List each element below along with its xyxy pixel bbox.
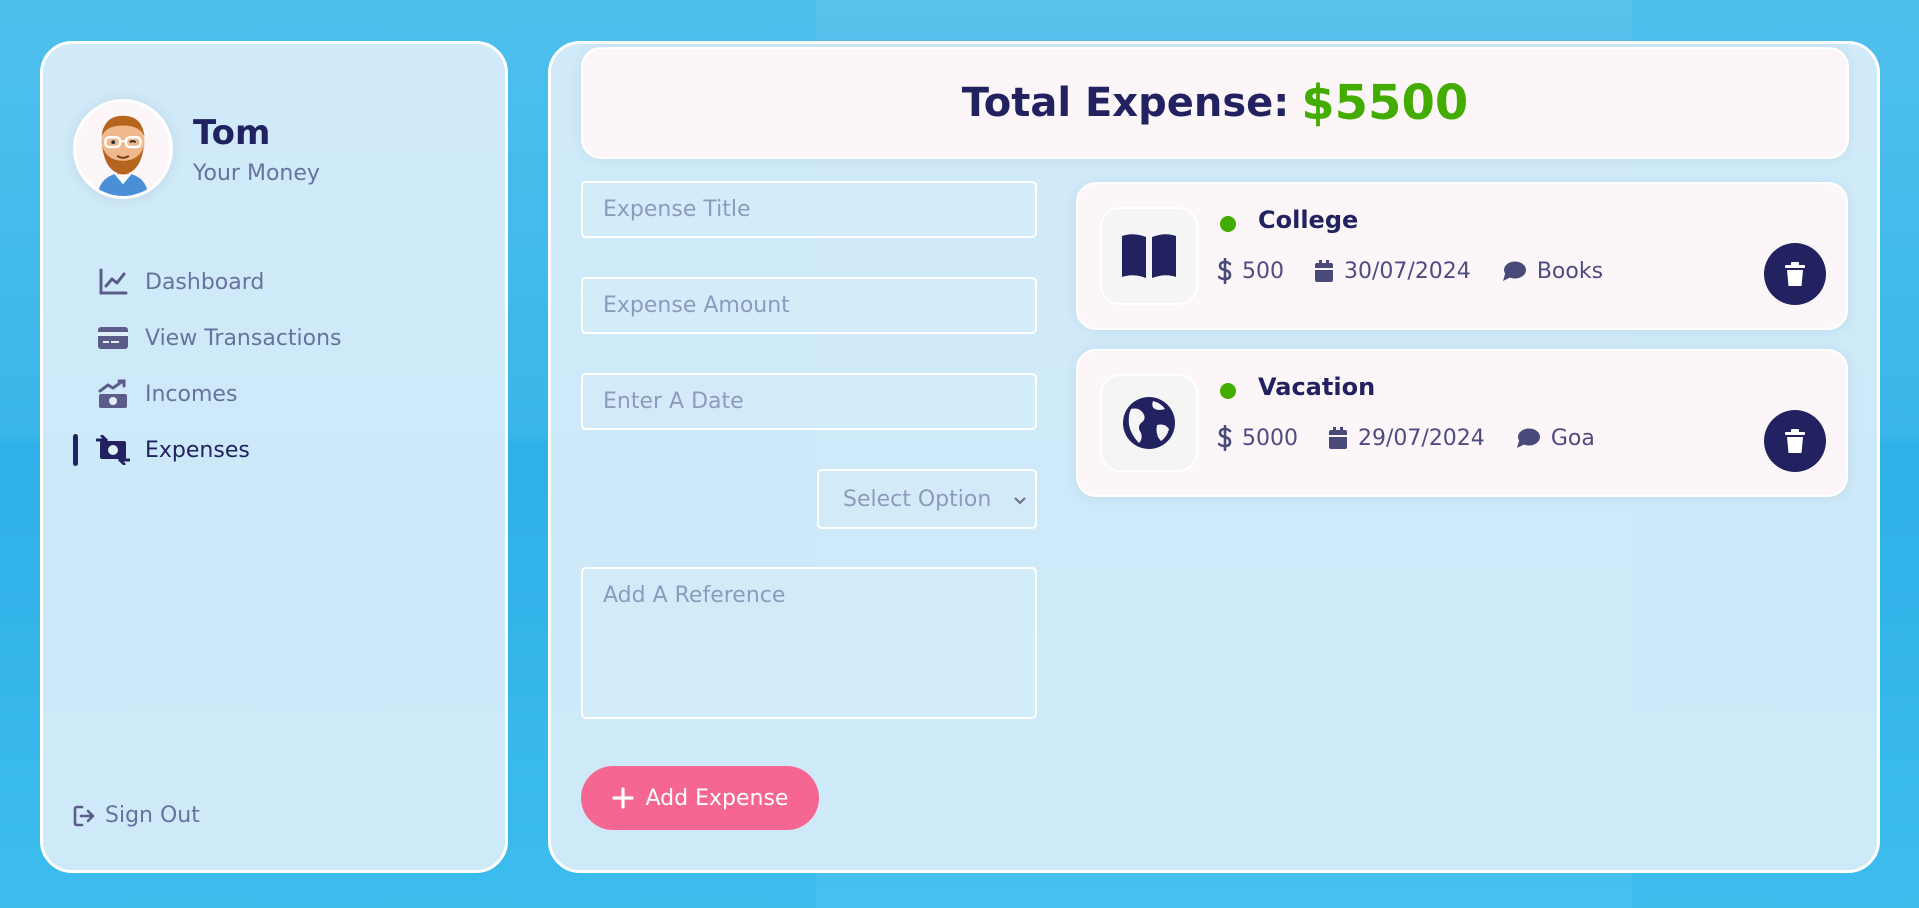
avatar-icon	[73, 99, 173, 199]
sidebar-item-label: Incomes	[145, 381, 238, 407]
total-expense-label: Total Expense:	[961, 80, 1290, 126]
user-profile: Tom Your Money	[73, 99, 320, 199]
sidebar-menu: Dashboard View Transactions Incomes Expe…	[73, 254, 473, 478]
expense-amount-input[interactable]	[581, 277, 1037, 334]
calendar-icon	[1328, 426, 1348, 450]
expense-meta: 5000 29/07/2024 Goa	[1218, 425, 1625, 451]
status-dot	[1220, 216, 1236, 232]
globe-icon	[1100, 374, 1198, 472]
expense-title: Vacation	[1258, 373, 1376, 401]
expense-date: 29/07/2024	[1358, 425, 1485, 451]
sidebar-item-label: Expenses	[145, 437, 250, 463]
chevron-down-icon	[1013, 487, 1027, 512]
expense-amount: 5000	[1242, 425, 1298, 451]
sidebar-item-incomes[interactable]: Incomes	[73, 366, 473, 422]
sidebar-item-view-transactions[interactable]: View Transactions	[73, 310, 473, 366]
money-transfer-icon	[95, 435, 131, 465]
main-panel: Total Expense: $5500 Select Option Add E…	[548, 41, 1880, 873]
expense-date: 30/07/2024	[1344, 258, 1471, 284]
sign-out-button[interactable]: Sign Out	[73, 803, 200, 828]
category-select-value: Select Option	[843, 486, 992, 512]
total-expense-banner: Total Expense: $5500	[581, 47, 1849, 159]
sidebar-item-dashboard[interactable]: Dashboard	[73, 254, 473, 310]
chart-line-icon	[95, 267, 131, 297]
dollar-icon	[1218, 425, 1232, 451]
reference-textarea[interactable]	[581, 567, 1037, 719]
sidebar-item-label: Dashboard	[145, 269, 265, 295]
sign-out-icon	[73, 805, 97, 827]
expense-item: Vacation 5000 29/07/2024 Goa	[1076, 349, 1848, 497]
trash-icon	[1784, 261, 1806, 287]
add-expense-label: Add Expense	[645, 785, 789, 811]
comment-icon	[1501, 260, 1527, 282]
sidebar-item-label: View Transactions	[145, 325, 342, 351]
add-expense-button[interactable]: Add Expense	[581, 766, 819, 830]
trash-icon	[1784, 428, 1806, 454]
user-name: Tom	[193, 112, 271, 153]
expense-note: Books	[1536, 258, 1604, 284]
comment-icon	[1515, 427, 1541, 449]
sign-out-label: Sign Out	[105, 803, 200, 828]
sidebar-item-expenses[interactable]: Expenses	[73, 422, 473, 478]
user-subtitle: Your Money	[193, 160, 320, 186]
plus-icon	[611, 787, 634, 809]
status-dot	[1220, 383, 1236, 399]
category-select[interactable]: Select Option	[817, 469, 1037, 529]
expense-date-input[interactable]	[581, 373, 1037, 430]
expense-meta: 500 30/07/2024 Books	[1218, 258, 1633, 284]
expense-item: College 500 30/07/2024 Books	[1076, 182, 1848, 330]
expense-title: College	[1258, 206, 1359, 234]
expense-note: Goa	[1550, 425, 1595, 451]
sidebar: Tom Your Money Dashboard View Transactio…	[40, 41, 508, 873]
credit-card-icon	[95, 323, 131, 353]
total-expense-amount: $5500	[1301, 75, 1469, 131]
delete-button[interactable]	[1764, 243, 1826, 305]
money-trend-up-icon	[95, 379, 131, 409]
dollar-icon	[1218, 258, 1232, 284]
expense-amount: 500	[1242, 258, 1284, 284]
calendar-icon	[1314, 259, 1334, 283]
book-icon	[1100, 207, 1198, 305]
delete-button[interactable]	[1764, 410, 1826, 472]
expense-title-input[interactable]	[581, 181, 1037, 238]
